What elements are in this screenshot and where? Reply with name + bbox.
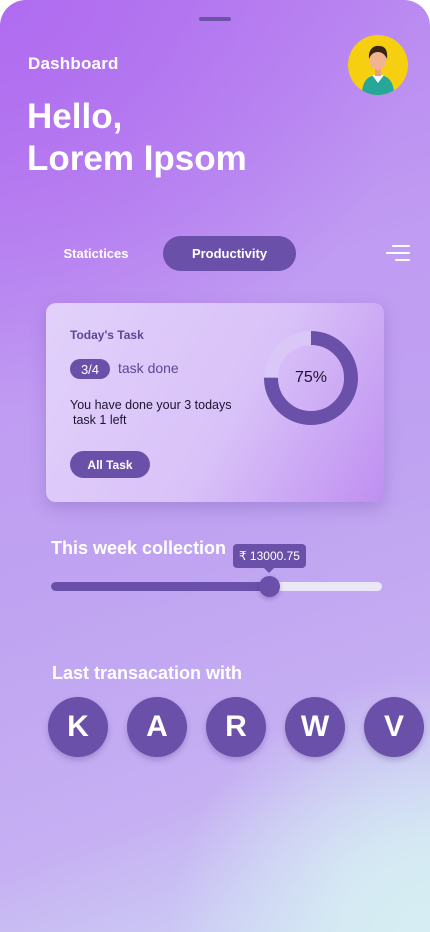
collection-slider[interactable]: [51, 576, 382, 597]
collection-value-tooltip: ₹ 13000.75: [232, 544, 306, 573]
greeting-line-1: Hello,: [27, 97, 123, 136]
tab-productivity[interactable]: Productivity: [163, 236, 296, 271]
last-transaction-title: Last transacation with: [52, 663, 243, 683]
dashboard-screen: Dashboard Hello, Lorem Ipsom Statictices…: [0, 0, 430, 932]
todays-task-card: Today's Task 3/4 task done You have done…: [46, 303, 384, 502]
slider-thumb[interactable]: [259, 576, 281, 597]
card-title: Today's Task: [70, 328, 144, 342]
contact-list: K A R W V: [0, 697, 430, 759]
donut-percent-label: 75%: [294, 369, 328, 386]
slider-fill: [51, 582, 270, 591]
all-task-button[interactable]: All Task: [70, 451, 150, 478]
task-done-label: task done: [118, 360, 179, 376]
contact-avatar-k[interactable]: K: [48, 697, 108, 757]
task-description: You have done your 3 todays task 1 left: [70, 398, 260, 428]
contact-avatar-a[interactable]: A: [127, 697, 187, 757]
contact-avatar-v[interactable]: V: [364, 697, 424, 757]
avatar-illustration: [362, 45, 394, 95]
contact-avatar-r[interactable]: R: [206, 697, 266, 757]
greeting-heading: Hello, Lorem Ipsom: [27, 96, 247, 180]
user-avatar-icon[interactable]: [348, 35, 408, 95]
hamburger-menu-icon[interactable]: [385, 242, 411, 264]
tab-statictices[interactable]: Statictices: [46, 236, 146, 270]
task-progress-badge: 3/4: [70, 359, 110, 379]
greeting-name: Lorem Ipsom: [27, 139, 247, 178]
tab-bar: Statictices Productivity: [0, 236, 430, 272]
collection-title: This week collection: [51, 538, 227, 558]
task-description-line-1: You have done your 3 todays: [70, 398, 232, 412]
drag-handle[interactable]: [199, 17, 231, 21]
task-description-line-2: task 1 left: [73, 413, 127, 427]
contact-avatar-w[interactable]: W: [285, 697, 345, 757]
page-title: Dashboard: [28, 54, 119, 73]
